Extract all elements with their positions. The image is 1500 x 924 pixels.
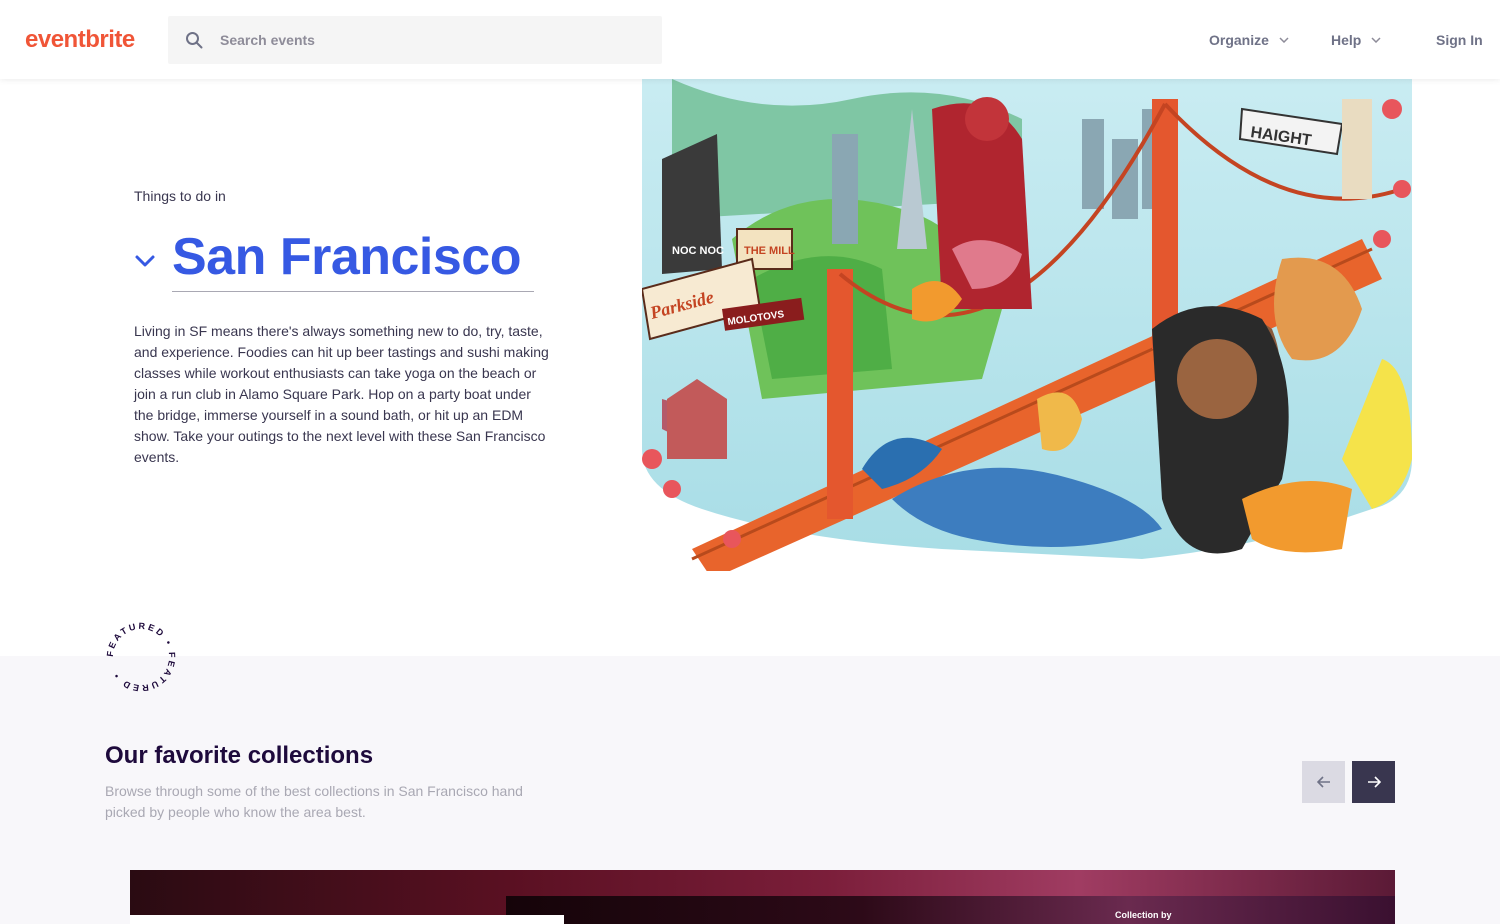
nav-help-label: Help bbox=[1331, 32, 1362, 48]
arrow-right-icon bbox=[1367, 776, 1381, 788]
city-name: San Francisco bbox=[172, 228, 521, 286]
chevron-down-icon bbox=[1279, 37, 1289, 43]
carousel-prev-button[interactable] bbox=[1302, 761, 1345, 803]
svg-text:FEATURED • FEATURED •: FEATURED • FEATURED • bbox=[105, 621, 177, 693]
nav-organize[interactable]: Organize bbox=[1209, 32, 1289, 48]
sign-in-link[interactable]: Sign In bbox=[1436, 32, 1483, 48]
featured-badge-text: FEATURED • FEATURED • bbox=[105, 621, 175, 693]
san-francisco-illustration: NOC NOC THE MILL Parkside MOLOTOVS HAIGH… bbox=[642, 79, 1412, 571]
collection-card-panel bbox=[130, 915, 564, 924]
the-mill-sign: THE MILL bbox=[744, 245, 795, 257]
city-selector[interactable]: San Francisco bbox=[134, 226, 521, 288]
collection-card[interactable]: Collection by bbox=[130, 870, 1395, 924]
nav-organize-label: Organize bbox=[1209, 32, 1269, 48]
nav-help[interactable]: Help bbox=[1331, 32, 1381, 48]
collection-by-label: Collection by bbox=[1115, 910, 1172, 920]
collections-subtitle: Browse through some of the best collecti… bbox=[105, 783, 523, 820]
noc-noc-sign: NOC NOC bbox=[672, 245, 724, 257]
collections-title: Our favorite collections bbox=[105, 742, 374, 769]
featured-badge: FEATURED • FEATURED • bbox=[105, 621, 177, 693]
collection-card-image bbox=[506, 896, 1395, 924]
sign-in-label: Sign In bbox=[1436, 32, 1483, 48]
top-header: eventbrite Search events Organize Help S… bbox=[0, 0, 1500, 79]
search-input[interactable]: Search events bbox=[220, 32, 315, 48]
hero-kicker: Things to do in bbox=[134, 188, 226, 204]
search-box[interactable]: Search events bbox=[168, 16, 662, 64]
chevron-down-icon bbox=[135, 255, 155, 267]
chevron-down-icon bbox=[1371, 37, 1381, 43]
city-underline bbox=[172, 291, 534, 292]
arrow-left-icon bbox=[1316, 776, 1330, 788]
carousel-next-button[interactable] bbox=[1352, 761, 1395, 803]
hero-kicker-wrap: Things to do in bbox=[134, 188, 554, 204]
eventbrite-logo[interactable]: eventbrite bbox=[25, 26, 135, 54]
hero-description: Living in SF means there's always someth… bbox=[134, 323, 549, 465]
search-icon bbox=[186, 32, 203, 49]
